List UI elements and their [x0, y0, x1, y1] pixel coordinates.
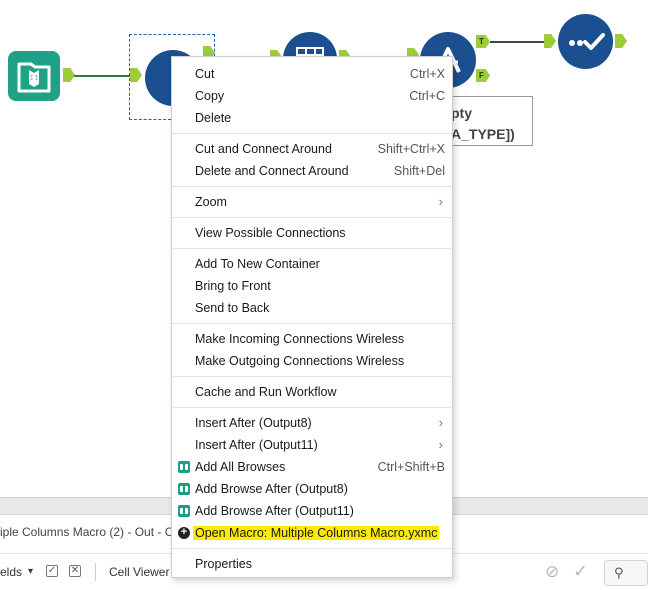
menu-item-delete-connect-around[interactable]: Delete and Connect Around Shift+Del — [172, 160, 452, 182]
tool-annotation: pty A_TYPE]) — [444, 96, 533, 146]
menu-item-view-possible-connections[interactable]: View Possible Connections — [172, 222, 452, 244]
menu-item-open-macro[interactable]: + Open Macro: Multiple Columns Macro.yxm… — [172, 522, 452, 544]
menu-item-label: Cut — [195, 67, 215, 81]
search-icon: ⚲ — [614, 565, 624, 580]
annotation-line: A_TYPE]) — [451, 126, 515, 142]
check-all-icon[interactable]: ✓ — [46, 565, 58, 577]
menu-item-label: Add Browse After (Output8) — [195, 482, 348, 496]
menu-item-cut[interactable]: Cut Ctrl+X — [172, 63, 452, 85]
toolbar-divider — [95, 563, 96, 581]
check-dots-icon — [569, 33, 605, 50]
menu-separator — [172, 186, 452, 187]
menu-item-label: Insert After (Output11) — [195, 438, 318, 452]
test-tool[interactable] — [558, 14, 613, 69]
test-output-anchor[interactable] — [615, 34, 627, 48]
menu-item-send-to-back[interactable]: Send to Back — [172, 297, 452, 319]
menu-item-label: Cut and Connect Around — [195, 142, 332, 156]
menu-item-shortcut: Ctrl+Shift+B — [377, 460, 445, 474]
menu-item-label: Add Browse After (Output11) — [195, 504, 354, 518]
plus-circle-icon: + — [178, 527, 190, 539]
context-menu: Cut Ctrl+X Copy Ctrl+C Delete Cut and Co… — [171, 56, 453, 578]
search-input[interactable]: ⚲ — [604, 560, 648, 586]
menu-item-label: Add To New Container — [195, 257, 320, 271]
menu-item-label: Open Macro: Multiple Columns Macro.yxmc — [193, 526, 440, 540]
menu-item-insert-after-output8[interactable]: Insert After (Output8) › — [172, 412, 452, 434]
menu-item-copy[interactable]: Copy Ctrl+C — [172, 85, 452, 107]
input-data-tool[interactable] — [8, 51, 60, 101]
menu-item-properties[interactable]: Properties — [172, 553, 452, 575]
menu-item-zoom[interactable]: Zoom › — [172, 191, 452, 213]
menu-item-shortcut: Ctrl+C — [409, 89, 445, 103]
cell-viewer-button[interactable]: Cell Viewer — [109, 565, 169, 579]
menu-item-label: Cache and Run Workflow — [195, 385, 337, 399]
chevron-right-icon: › — [438, 194, 443, 209]
menu-item-add-browse-output11[interactable]: Add Browse After (Output11) — [172, 500, 452, 522]
menu-item-add-to-new-container[interactable]: Add To New Container — [172, 253, 452, 275]
menu-item-label: View Possible Connections — [195, 226, 346, 240]
menu-item-label: Add All Browses — [195, 460, 286, 474]
menu-item-incoming-wireless[interactable]: Make Incoming Connections Wireless — [172, 328, 452, 350]
menu-separator — [172, 323, 452, 324]
menu-item-label: Make Outgoing Connections Wireless — [195, 354, 405, 368]
menu-item-shortcut: Shift+Ctrl+X — [377, 142, 445, 156]
chevron-right-icon: › — [438, 437, 443, 452]
annotation-line: pty — [451, 105, 472, 121]
chevron-down-icon[interactable]: ▾ — [28, 566, 33, 577]
menu-item-label: Insert After (Output8) — [195, 416, 312, 430]
filter-true-anchor[interactable]: T — [476, 35, 490, 48]
menu-separator — [172, 548, 452, 549]
connection-line — [490, 41, 546, 43]
apply-icon[interactable]: ✓ — [573, 561, 588, 582]
menu-item-shortcut: Shift+Del — [393, 164, 445, 178]
menu-item-label: Copy — [195, 89, 225, 103]
menu-separator — [172, 248, 452, 249]
menu-item-insert-after-output11[interactable]: Insert After (Output11) › — [172, 434, 452, 456]
chevron-right-icon: › — [438, 415, 443, 430]
browse-icon — [178, 505, 190, 517]
menu-item-delete[interactable]: Delete — [172, 107, 452, 129]
browse-icon — [178, 483, 190, 495]
cancel-icon[interactable]: ⊘ — [545, 562, 559, 582]
menu-item-label: Delete — [195, 111, 232, 125]
menu-item-cut-connect-around[interactable]: Cut and Connect Around Shift+Ctrl+X — [172, 138, 452, 160]
filter-false-anchor[interactable]: F — [476, 69, 490, 82]
menu-separator — [172, 133, 452, 134]
menu-item-shortcut: Ctrl+X — [409, 67, 445, 81]
check-input-anchor[interactable] — [544, 34, 556, 48]
menu-item-add-browse-output8[interactable]: Add Browse After (Output8) — [172, 478, 452, 500]
book-icon — [17, 62, 51, 93]
menu-item-label: Zoom — [195, 195, 227, 209]
menu-item-add-all-browses[interactable]: Add All Browses Ctrl+Shift+B — [172, 456, 452, 478]
menu-separator — [172, 407, 452, 408]
menu-item-label: Delete and Connect Around — [195, 164, 349, 178]
browse-icon — [178, 461, 190, 473]
menu-item-cache-run-workflow[interactable]: Cache and Run Workflow — [172, 381, 452, 403]
connection-line — [74, 75, 130, 77]
menu-item-label: Send to Back — [195, 301, 270, 315]
fields-label[interactable]: elds — [0, 565, 22, 579]
menu-item-label: Make Incoming Connections Wireless — [195, 332, 405, 346]
menu-separator — [172, 217, 452, 218]
menu-item-label: Bring to Front — [195, 279, 271, 293]
uncheck-all-icon[interactable]: ✕ — [69, 565, 81, 577]
menu-item-bring-to-front[interactable]: Bring to Front — [172, 275, 452, 297]
menu-item-label: Properties — [195, 557, 252, 571]
menu-item-outgoing-wireless[interactable]: Make Outgoing Connections Wireless — [172, 350, 452, 372]
menu-separator — [172, 376, 452, 377]
